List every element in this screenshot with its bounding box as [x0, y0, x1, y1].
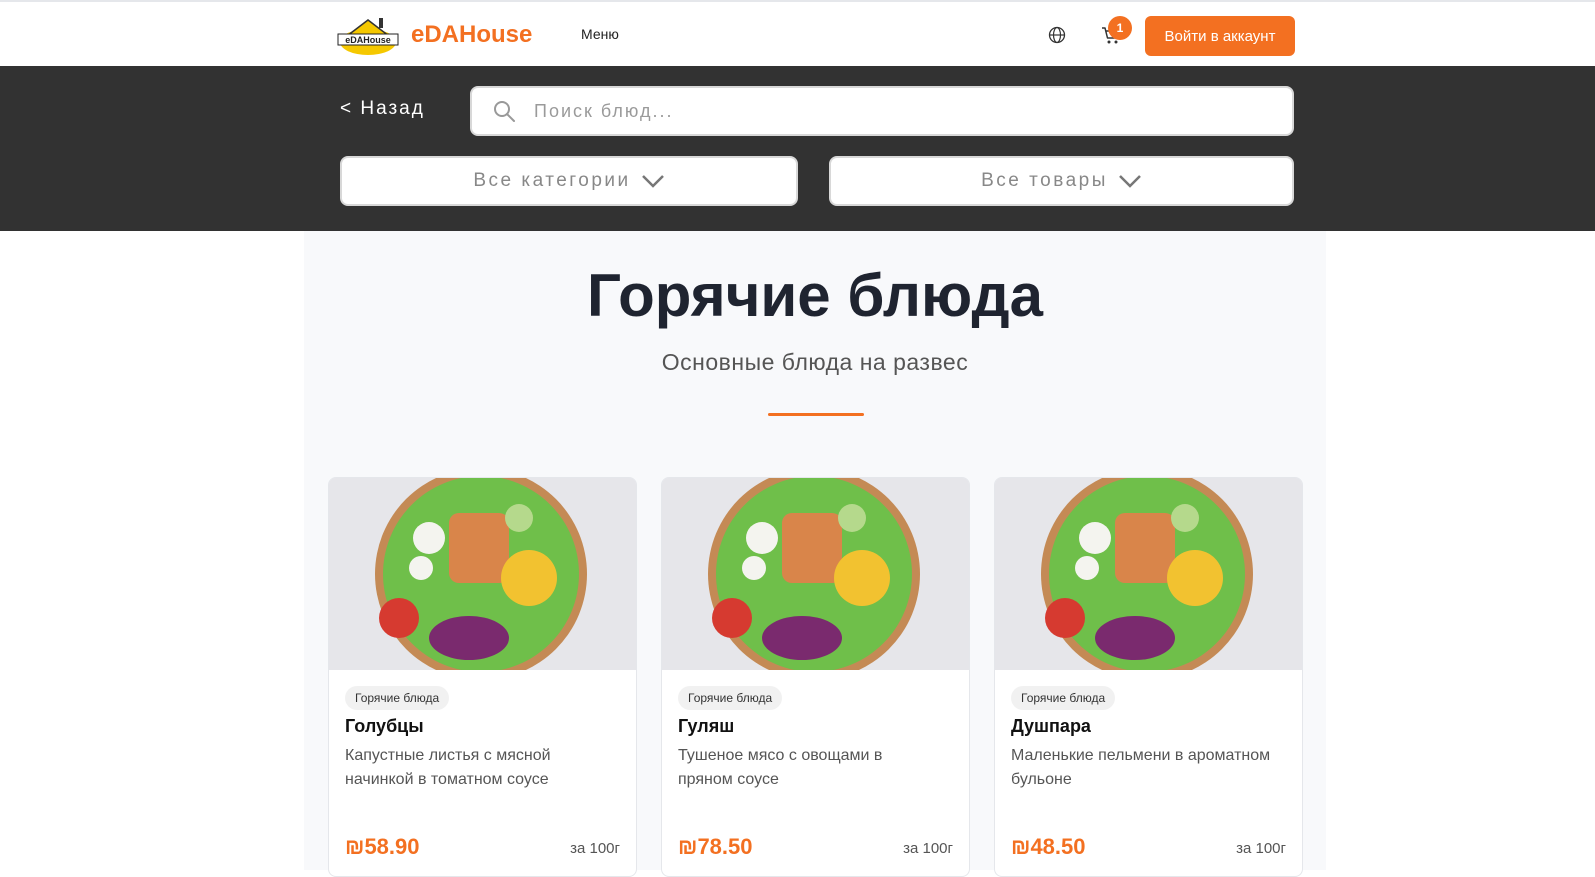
product-image: [662, 478, 969, 670]
login-button[interactable]: Войти в аккаунт: [1145, 16, 1295, 56]
category-badge: Горячие блюда: [345, 686, 450, 710]
category-select[interactable]: Все категории: [340, 156, 798, 206]
product-card[interactable]: Горячие блюда Душпара Маленькие пельмени…: [994, 477, 1303, 877]
back-link[interactable]: < Назад: [340, 98, 425, 120]
nav-menu-link[interactable]: Меню: [581, 26, 619, 42]
search-box: [470, 86, 1294, 136]
brand-name: eDAHouse: [411, 21, 533, 48]
chevron-down-icon: [641, 175, 664, 188]
search-icon: [494, 101, 515, 122]
product-price: ₪48.50: [1011, 834, 1086, 859]
product-name: Гуляш: [678, 716, 735, 736]
page-title: Горячие блюда: [587, 262, 1043, 329]
product-description: Маленькие пельмени в ароматном бульоне: [1011, 747, 1271, 788]
logo-link[interactable]: eDAHouse eDAHouse: [335, 14, 532, 56]
site-header: eDAHouse eDAHouse Меню 1 Войти в аккаунт: [0, 2, 1595, 66]
price-unit: за 100г: [570, 840, 620, 857]
product-image: [995, 478, 1302, 670]
product-price: ₪58.90: [345, 834, 420, 859]
cart-count-badge: 1: [1108, 16, 1132, 40]
svg-text:eDAHouse: eDAHouse: [345, 35, 391, 45]
main-content: Горячие блюда Основные блюда на развес Г…: [304, 231, 1326, 877]
product-description: Тушеное мясо с овощами в пряном соусе: [678, 747, 883, 788]
product-name: Душпара: [1011, 716, 1091, 736]
title-divider: [768, 413, 864, 416]
product-select[interactable]: Все товары: [829, 156, 1294, 206]
category-select-label: Все категории: [473, 170, 631, 191]
product-select-label: Все товары: [981, 170, 1108, 191]
product-image: [329, 478, 636, 670]
product-price: ₪78.50: [678, 834, 753, 859]
chevron-down-icon: [1118, 175, 1141, 188]
globe-icon[interactable]: [1048, 26, 1066, 44]
product-name: Голубцы: [345, 716, 424, 736]
page-subtitle: Основные блюда на развес: [661, 349, 969, 375]
product-card[interactable]: Горячие блюда Гуляш Тушеное мясо с овоща…: [661, 477, 970, 877]
product-description: Капустные листья с мясной начинкой в том…: [345, 747, 551, 788]
category-badge: Горячие блюда: [1011, 686, 1116, 710]
price-unit: за 100г: [903, 840, 953, 857]
price-unit: за 100г: [1236, 840, 1286, 857]
logo-icon: eDAHouse: [337, 18, 399, 55]
filter-bar: < Назад Все категории Все товары: [0, 66, 1595, 231]
category-badge: Горячие блюда: [678, 686, 783, 710]
search-input[interactable]: [534, 100, 1234, 122]
product-card[interactable]: Горячие блюда Голубцы Капустные листья с…: [328, 477, 637, 877]
